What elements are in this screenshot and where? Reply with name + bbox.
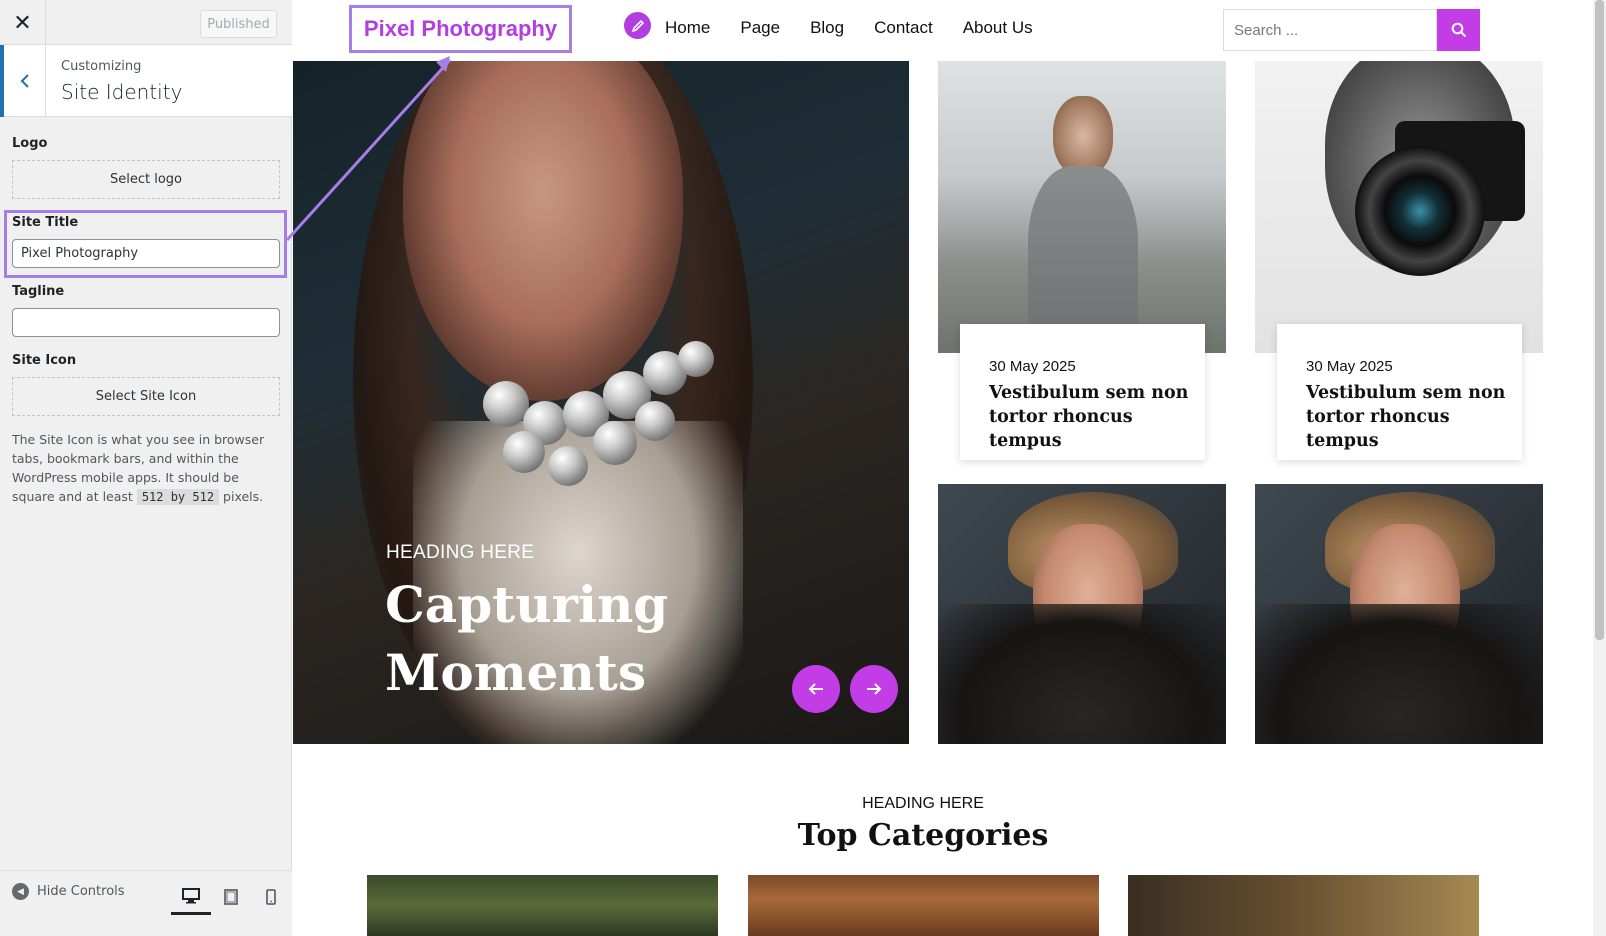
select-logo-button[interactable]: Select logo <box>12 160 280 199</box>
category-image[interactable] <box>748 875 1099 936</box>
post-image[interactable] <box>938 484 1226 744</box>
hero-subheading: HEADING HERE <box>386 542 535 563</box>
main-navigation: Home Page Blog Contact About Us <box>665 18 1063 38</box>
tagline-input[interactable] <box>12 308 280 337</box>
section-header: Customizing Site Identity <box>0 45 292 117</box>
mobile-icon <box>266 889 276 905</box>
search-button[interactable] <box>1437 9 1480 51</box>
site-icon-description-end: pixels. <box>223 489 264 504</box>
search-icon <box>1451 22 1466 38</box>
tablet-icon <box>224 889 238 905</box>
back-button[interactable] <box>0 45 46 117</box>
site-title-label: Site Title <box>12 215 79 230</box>
hero-image-pearl <box>593 421 637 465</box>
mobile-preview-button[interactable] <box>251 879 291 915</box>
customizer-topbar: ✕ Published <box>0 0 292 45</box>
nav-item-home[interactable]: Home <box>665 18 710 38</box>
hero-image-pearl <box>548 446 588 486</box>
select-site-icon-button[interactable]: Select Site Icon <box>12 377 280 416</box>
site-icon-description: The Site Icon is what you see in browser… <box>12 430 284 507</box>
desktop-preview-button[interactable] <box>171 879 211 915</box>
desktop-icon <box>182 887 200 903</box>
collapse-icon: ◀ <box>12 883 29 900</box>
slider-prev-button[interactable] <box>792 665 840 713</box>
search-input[interactable]: Search ... <box>1223 9 1437 51</box>
nav-item-about-us[interactable]: About Us <box>963 18 1033 38</box>
nav-item-page[interactable]: Page <box>740 18 780 38</box>
site-title-link[interactable]: Pixel Photography <box>349 5 572 53</box>
tablet-preview-button[interactable] <box>211 879 251 915</box>
hide-controls-button[interactable]: ◀ Hide Controls <box>12 883 125 900</box>
published-button[interactable]: Published <box>200 10 277 38</box>
post-card[interactable]: 30 May 2025 Vestibulum sem non tortor rh… <box>960 324 1205 460</box>
post-image-fur <box>1255 604 1543 744</box>
nav-item-blog[interactable]: Blog <box>810 18 844 38</box>
scrollbar[interactable] <box>1593 0 1606 936</box>
close-customizer-button[interactable]: ✕ <box>0 0 46 45</box>
categories-subheading: HEADING HERE <box>862 795 984 812</box>
customizer-footer: ◀ Hide Controls <box>0 870 292 936</box>
scrollbar-thumb[interactable] <box>1595 0 1604 640</box>
section-title: Site Identity <box>61 80 183 104</box>
close-icon: ✕ <box>13 9 32 35</box>
post-date: 30 May 2025 <box>1306 358 1393 375</box>
site-icon-label: Site Icon <box>12 353 77 368</box>
post-image[interactable] <box>938 61 1226 353</box>
site-icon-size-code: 512 by 512 <box>136 489 220 505</box>
site-title-input[interactable] <box>12 239 280 268</box>
post-title[interactable]: Vestibulum sem non tortor rhoncus tempus <box>989 381 1189 453</box>
chevron-left-icon <box>20 74 29 88</box>
hide-controls-label: Hide Controls <box>37 884 125 899</box>
post-image[interactable] <box>1255 61 1543 353</box>
post-card[interactable]: 30 May 2025 Vestibulum sem non tortor rh… <box>1277 324 1522 460</box>
categories-title: Top Categories <box>797 818 1049 853</box>
post-title[interactable]: Vestibulum sem non tortor rhoncus tempus <box>1306 381 1506 453</box>
site-preview: Pixel Photography Home Page Blog Contact… <box>293 0 1606 936</box>
pencil-icon <box>631 19 644 32</box>
hero-image-pearl <box>678 341 714 377</box>
tagline-label: Tagline <box>12 284 65 299</box>
customizing-label: Customizing <box>61 59 142 74</box>
hero-image-pearl <box>635 401 675 441</box>
post-image-lens <box>1355 146 1485 276</box>
category-image[interactable] <box>367 875 718 936</box>
post-image[interactable] <box>1255 484 1543 744</box>
customizer-sidebar: ✕ Published Customizing Site Identity Lo… <box>0 0 292 936</box>
hero-heading: Capturing Moments <box>385 575 669 702</box>
hero-slider: HEADING HERE Capturing Moments <box>293 61 909 744</box>
edit-shortcut-button[interactable] <box>624 12 651 39</box>
search-placeholder: Search ... <box>1234 21 1299 39</box>
arrow-right-icon <box>867 683 882 695</box>
category-image[interactable] <box>1128 875 1479 936</box>
hero-image-pearl <box>503 431 545 473</box>
logo-label: Logo <box>12 136 48 151</box>
nav-item-contact[interactable]: Contact <box>874 18 933 38</box>
post-image-fur <box>938 604 1226 744</box>
post-date: 30 May 2025 <box>989 358 1076 375</box>
post-image-photographer <box>1023 91 1143 353</box>
slider-next-button[interactable] <box>850 665 898 713</box>
arrow-left-icon <box>808 683 823 695</box>
